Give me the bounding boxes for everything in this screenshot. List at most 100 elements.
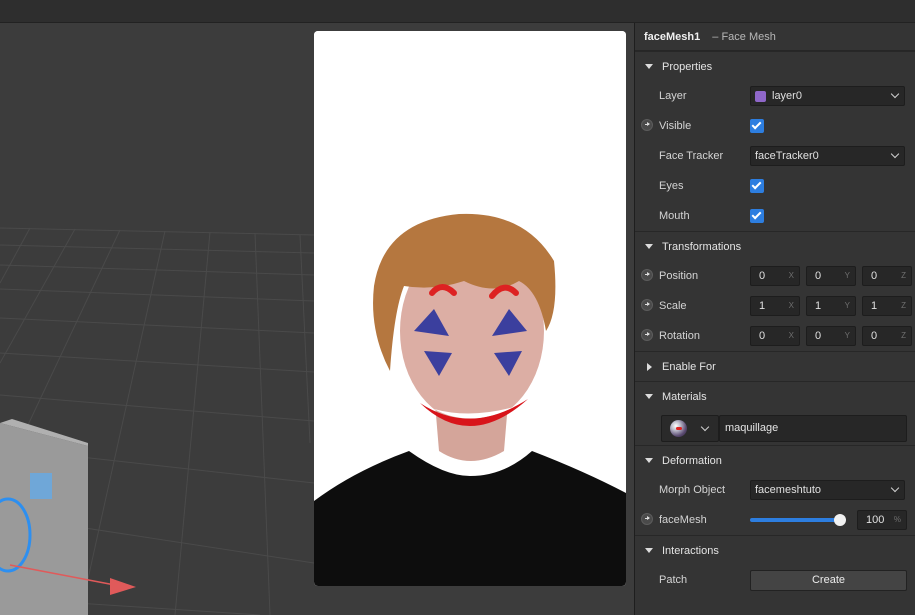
chevron-down-icon: [890, 89, 900, 99]
section-properties-label: Properties: [662, 60, 713, 73]
inspector-header: faceMesh1 – Face Mesh: [635, 23, 915, 51]
section-enable-for[interactable]: Enable For: [635, 351, 915, 381]
morph-object-value: facemeshtuto: [755, 484, 822, 496]
section-materials[interactable]: Materials: [635, 381, 915, 411]
position-z-input[interactable]: 0Z: [862, 266, 912, 286]
position-label: Position: [659, 270, 699, 282]
mouth-row: Mouth: [635, 201, 915, 231]
section-materials-label: Materials: [662, 390, 707, 403]
eyes-checkbox[interactable]: [750, 179, 764, 193]
mouth-checkbox[interactable]: [750, 209, 764, 223]
visible-label: Visible: [659, 120, 692, 132]
rotation-x-input[interactable]: 0X: [750, 326, 800, 346]
face-tracker-dropdown[interactable]: faceTracker0: [750, 146, 905, 166]
material-picker-button[interactable]: [661, 415, 719, 442]
section-deformation-label: Deformation: [662, 454, 722, 467]
axis-z-label: Z: [901, 271, 906, 280]
face-tracker-label: Face Tracker: [659, 150, 724, 162]
mouth-label: Mouth: [659, 210, 690, 222]
visible-checkbox[interactable]: [750, 119, 764, 133]
axis-x-label: X: [788, 271, 794, 280]
face-tracker-value: faceTracker0: [755, 150, 819, 162]
chevron-down-icon: [700, 422, 710, 432]
layer-row: Layer layer0: [635, 81, 915, 111]
position-fields: 0X 0Y 0Z: [750, 266, 912, 286]
axis-x-label: X: [788, 331, 794, 340]
axis-z-label: Z: [901, 331, 906, 340]
keyframe-arrow-icon[interactable]: [641, 119, 653, 131]
slider-track: [750, 518, 840, 522]
chevron-down-icon: [890, 483, 900, 493]
slider-handle[interactable]: [834, 514, 846, 526]
material-row: maquillage: [635, 411, 915, 445]
rotation-fields: 0X 0Y 0Z: [750, 326, 912, 346]
morph-object-dropdown[interactable]: facemeshtuto: [750, 480, 905, 500]
section-enable-for-label: Enable For: [662, 360, 716, 373]
scale-y-input[interactable]: 1Y: [806, 296, 856, 316]
create-patch-button[interactable]: Create: [750, 569, 907, 591]
simulator-preview[interactable]: [314, 31, 626, 586]
position-x-value: 0: [759, 270, 766, 282]
top-toolbar: [0, 0, 915, 23]
eyes-row: Eyes: [635, 171, 915, 201]
axis-y-label: Y: [844, 271, 850, 280]
rotation-label: Rotation: [659, 330, 700, 342]
axis-x-label: X: [788, 301, 794, 310]
keyframe-arrow-icon[interactable]: [641, 329, 653, 341]
facemesh-label: faceMesh: [659, 514, 707, 526]
rotation-z-value: 0: [871, 330, 878, 342]
section-properties[interactable]: Properties: [635, 51, 915, 81]
scene-viewport[interactable]: [0, 23, 634, 615]
material-name-field[interactable]: maquillage: [719, 415, 907, 442]
facemesh-value-input[interactable]: 100 %: [857, 510, 907, 530]
collapse-triangle-icon: [645, 244, 653, 249]
object-name: faceMesh1: [644, 30, 701, 43]
axis-y-label: Y: [844, 301, 850, 310]
rotation-z-input[interactable]: 0Z: [862, 326, 912, 346]
scale-fields: 1X 1Y 1Z: [750, 296, 912, 316]
face-tracker-row: Face Tracker faceTracker0: [635, 141, 915, 171]
axis-y-label: Y: [844, 331, 850, 340]
morph-object-row: Morph Object facemeshtuto: [635, 475, 915, 505]
percent-unit: %: [893, 515, 901, 524]
section-interactions[interactable]: Interactions: [635, 535, 915, 565]
rotation-y-value: 0: [815, 330, 822, 342]
keyframe-arrow-icon[interactable]: [641, 299, 653, 311]
inspector-panel: faceMesh1 – Face Mesh Properties Layer l…: [634, 23, 915, 615]
position-row: Position 0X 0Y 0Z: [635, 261, 915, 291]
scale-label: Scale: [659, 300, 687, 312]
scale-z-input[interactable]: 1Z: [862, 296, 912, 316]
facemesh-slider[interactable]: [750, 510, 850, 530]
axis-z-label: Z: [901, 301, 906, 310]
section-transformations[interactable]: Transformations: [635, 231, 915, 261]
collapse-triangle-icon: [645, 458, 653, 463]
keyframe-arrow-icon[interactable]: [641, 513, 653, 525]
rotation-row: Rotation 0X 0Y 0Z: [635, 321, 915, 351]
position-z-value: 0: [871, 270, 878, 282]
morph-object-label: Morph Object: [659, 484, 726, 496]
patch-label: Patch: [659, 574, 688, 586]
face-preview-image: [314, 31, 626, 586]
section-interactions-label: Interactions: [662, 544, 719, 557]
rotation-x-value: 0: [759, 330, 766, 342]
patch-row: Patch Create: [635, 565, 915, 595]
expand-triangle-icon: [647, 362, 652, 371]
position-y-value: 0: [815, 270, 822, 282]
layer-dropdown[interactable]: layer0: [750, 86, 905, 106]
material-sphere-icon: [670, 420, 687, 437]
gizmo-cube[interactable]: [0, 419, 136, 615]
scale-x-value: 1: [759, 300, 766, 312]
collapse-triangle-icon: [645, 64, 653, 69]
scale-z-value: 1: [871, 300, 878, 312]
scale-x-input[interactable]: 1X: [750, 296, 800, 316]
scale-row: Scale 1X 1Y 1Z: [635, 291, 915, 321]
keyframe-arrow-icon[interactable]: [641, 269, 653, 281]
position-x-input[interactable]: 0X: [750, 266, 800, 286]
section-deformation[interactable]: Deformation: [635, 445, 915, 475]
eyes-label: Eyes: [659, 180, 684, 192]
rotation-y-input[interactable]: 0Y: [806, 326, 856, 346]
scale-y-value: 1: [815, 300, 822, 312]
facemesh-value: 100: [866, 514, 885, 526]
position-y-input[interactable]: 0Y: [806, 266, 856, 286]
section-transformations-label: Transformations: [662, 240, 742, 253]
